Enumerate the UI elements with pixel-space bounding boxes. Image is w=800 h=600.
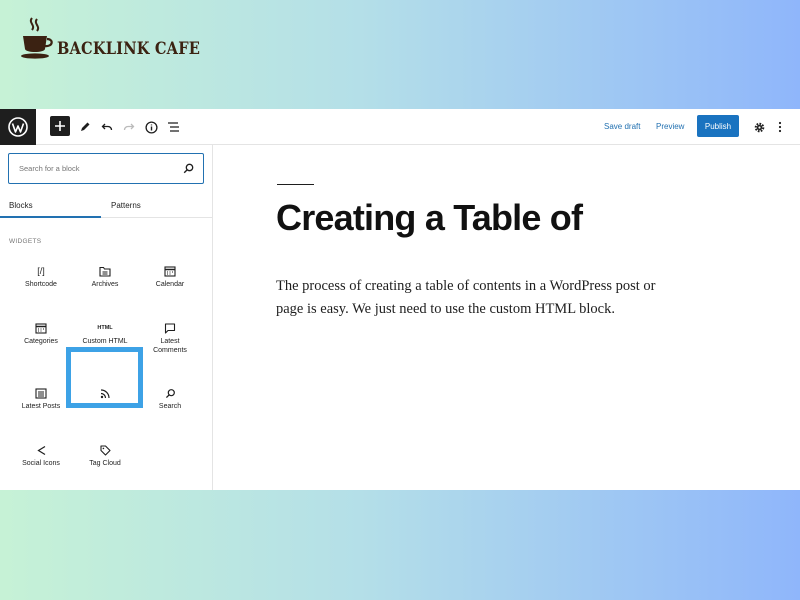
- settings-gear-icon[interactable]: [748, 116, 770, 138]
- share-icon: [6, 443, 76, 457]
- calendar-icon: [135, 264, 205, 278]
- post-title[interactable]: Creating a Table of: [276, 197, 583, 239]
- block-label: Latest Comments: [153, 338, 187, 354]
- info-icon[interactable]: [140, 116, 162, 138]
- brand-name: BACKLINK CAFE: [57, 39, 201, 59]
- block-label: Custom HTML: [82, 338, 128, 345]
- block-label: Archives: [91, 281, 119, 288]
- block-search[interactable]: Search: [135, 376, 205, 432]
- wordpress-editor: Save draft Preview Publish Search for a …: [0, 109, 800, 490]
- categories-icon: [6, 321, 76, 335]
- custom-html-highlight: [66, 347, 143, 408]
- search-icon: [135, 386, 205, 400]
- block-shortcode[interactable]: [/] Shortcode: [6, 254, 76, 310]
- block-search-input[interactable]: Search for a block: [8, 153, 204, 184]
- block-latest-comments[interactable]: Latest Comments: [135, 311, 205, 367]
- plus-icon: [55, 121, 65, 131]
- coffee-cup-icon: [21, 17, 53, 59]
- more-options-icon[interactable]: [769, 116, 791, 138]
- block-label: Categories: [24, 338, 58, 345]
- block-archives[interactable]: Archives: [70, 254, 140, 310]
- block-calendar[interactable]: Calendar: [135, 254, 205, 310]
- tab-patterns[interactable]: Patterns: [111, 201, 141, 210]
- brand-logo: BACKLINK CAFE: [20, 16, 200, 62]
- save-draft-button[interactable]: Save draft: [604, 122, 640, 131]
- wordpress-logo-icon[interactable]: [0, 109, 36, 145]
- block-label: Calendar: [155, 281, 185, 288]
- block-label: Search: [158, 403, 182, 410]
- preview-button[interactable]: Preview: [656, 122, 684, 131]
- block-label: Tag Cloud: [89, 460, 121, 467]
- editor-toolbar: Save draft Preview Publish: [0, 109, 800, 145]
- archives-icon: [70, 264, 140, 278]
- undo-icon[interactable]: [96, 116, 118, 138]
- title-separator: [277, 184, 314, 185]
- block-label: Shortcode: [25, 281, 57, 288]
- search-placeholder: Search for a block: [19, 164, 80, 173]
- tab-blocks[interactable]: Blocks: [9, 201, 33, 210]
- section-widgets-label: WIDGETS: [9, 238, 42, 245]
- html-icon: HTML: [97, 325, 113, 331]
- block-tag-cloud[interactable]: Tag Cloud: [70, 433, 140, 489]
- publish-button[interactable]: Publish: [697, 115, 739, 137]
- tag-icon: [70, 443, 140, 457]
- post-paragraph[interactable]: The process of creating a table of conte…: [276, 275, 676, 321]
- add-block-button[interactable]: [50, 116, 70, 136]
- redo-icon[interactable]: [118, 116, 140, 138]
- shortcode-icon: [/]: [37, 266, 45, 276]
- list-view-icon[interactable]: [162, 116, 184, 138]
- edit-pencil-icon[interactable]: [74, 116, 96, 138]
- comment-icon: [135, 321, 205, 335]
- block-label: Social Icons: [22, 460, 60, 467]
- inserter-tabs: Blocks Patterns: [0, 193, 212, 218]
- block-inserter-panel: Search for a block Blocks Patterns WIDGE…: [0, 145, 213, 490]
- search-icon: [183, 163, 194, 174]
- block-social-icons[interactable]: Social Icons: [6, 433, 76, 489]
- active-tab-indicator: [0, 216, 101, 218]
